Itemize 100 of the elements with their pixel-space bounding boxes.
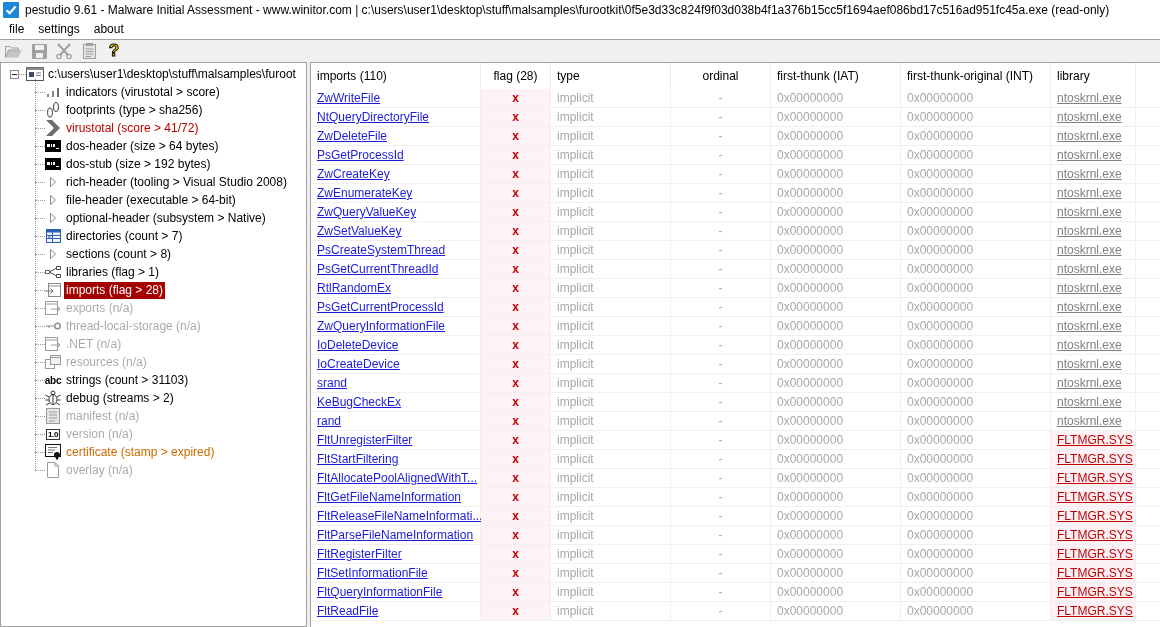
menu-item[interactable]: about bbox=[86, 21, 131, 38]
table-cell: implicit bbox=[551, 602, 671, 621]
import-link[interactable]: PsGetCurrentProcessId bbox=[317, 300, 444, 314]
table-cell: 0x00000000 bbox=[771, 469, 901, 488]
library-link[interactable]: ntoskrnl.exe bbox=[1057, 262, 1122, 276]
library-link[interactable]: ntoskrnl.exe bbox=[1057, 414, 1122, 428]
import-link[interactable]: IoDeleteDevice bbox=[317, 338, 399, 352]
flag-cell: x bbox=[481, 488, 551, 507]
column-header[interactable]: imports (110) bbox=[311, 63, 481, 89]
library-link[interactable]: ntoskrnl.exe bbox=[1057, 243, 1122, 257]
import-link[interactable]: FltRegisterFilter bbox=[317, 547, 402, 561]
expand-arrow-icon[interactable] bbox=[50, 195, 56, 205]
tree-item[interactable]: virustotal (score > 41/72) bbox=[65, 119, 200, 137]
flag-cell: x bbox=[481, 241, 551, 260]
library-link[interactable]: ntoskrnl.exe bbox=[1057, 357, 1122, 371]
expand-arrow-icon[interactable] bbox=[50, 177, 56, 187]
import-link[interactable]: FltReleaseFileNameInformati... bbox=[317, 509, 483, 523]
library-link[interactable]: ntoskrnl.exe bbox=[1057, 338, 1122, 352]
table-cell: - bbox=[671, 298, 771, 317]
import-link[interactable]: ZwWriteFile bbox=[317, 91, 381, 105]
glyph-icon: abc bbox=[44, 374, 62, 386]
menu-item[interactable]: settings bbox=[31, 21, 87, 38]
import-link[interactable]: KeBugCheckEx bbox=[317, 395, 402, 409]
import-link[interactable]: FltQueryInformationFile bbox=[317, 585, 443, 599]
tree-item[interactable]: dos-stub (size > 192 bytes) bbox=[65, 155, 212, 173]
table-cell: 0x00000000 bbox=[901, 602, 1051, 621]
library-link[interactable]: ntoskrnl.exe bbox=[1057, 319, 1122, 333]
import-link[interactable]: ZwDeleteFile bbox=[317, 129, 388, 143]
table-cell: 0x00000000 bbox=[771, 545, 901, 564]
tree-item[interactable]: footprints (type > sha256) bbox=[65, 101, 204, 119]
tree-item[interactable]: c:\users\user1\desktop\stuff\malsamples\furoot bbox=[47, 65, 297, 83]
table-cell: 0x00000000 bbox=[901, 412, 1051, 431]
import-link[interactable]: ZwQueryInformationFile bbox=[317, 319, 446, 333]
tree-item[interactable]: dos-header (size > 64 bytes) bbox=[65, 137, 220, 155]
import-link[interactable]: PsGetCurrentThreadId bbox=[317, 262, 439, 276]
table-cell: - bbox=[671, 241, 771, 260]
table-cell: - bbox=[671, 488, 771, 507]
column-header[interactable]: first-thunk-original (INT) bbox=[901, 63, 1051, 89]
library-link[interactable]: ntoskrnl.exe bbox=[1057, 300, 1122, 314]
column-header[interactable]: library bbox=[1051, 63, 1136, 89]
tree-item[interactable]: libraries (flag > 1) bbox=[65, 263, 161, 281]
tree-item[interactable]: sections (count > 8) bbox=[65, 245, 173, 263]
library-link[interactable]: ntoskrnl.exe bbox=[1057, 186, 1122, 200]
tree-item[interactable]: rich-header (tooling > Visual Studio 2008) bbox=[65, 173, 288, 191]
import-link[interactable]: FltStartFiltering bbox=[317, 452, 399, 466]
import-link[interactable]: ZwQueryValueKey bbox=[317, 205, 417, 219]
table-cell: 0x00000000 bbox=[901, 127, 1051, 146]
import-link[interactable]: IoCreateDevice bbox=[317, 357, 400, 371]
tree-item[interactable]: directories (count > 7) bbox=[65, 227, 184, 245]
import-link[interactable]: RtlRandomEx bbox=[317, 281, 392, 295]
table-cell: implicit bbox=[551, 146, 671, 165]
flag-cell: x bbox=[481, 222, 551, 241]
tree-item[interactable]: strings (count > 31103) bbox=[65, 371, 190, 389]
import-link[interactable]: FltUnregisterFilter bbox=[317, 433, 413, 447]
library-link[interactable]: ntoskrnl.exe bbox=[1057, 148, 1122, 162]
tree-item[interactable]: file-header (executable > 64-bit) bbox=[65, 191, 237, 209]
tree-item[interactable]: certificate (stamp > expired) bbox=[65, 443, 216, 461]
library-link[interactable]: ntoskrnl.exe bbox=[1057, 110, 1122, 124]
import-link[interactable]: FltGetFileNameInformation bbox=[317, 490, 462, 504]
import-link[interactable]: ZwEnumerateKey bbox=[317, 186, 413, 200]
library-link[interactable]: ntoskrnl.exe bbox=[1057, 205, 1122, 219]
tree-item[interactable]: debug (streams > 2) bbox=[65, 389, 175, 407]
table-icon bbox=[45, 229, 61, 243]
table-cell: - bbox=[671, 89, 771, 108]
collapse-toggle-icon[interactable] bbox=[10, 69, 19, 79]
tree-item[interactable]: imports (flag > 28) bbox=[64, 281, 166, 299]
import-link[interactable]: FltReadFile bbox=[317, 604, 379, 618]
column-header[interactable]: first-thunk (IAT) bbox=[771, 63, 901, 89]
table-cell: implicit bbox=[551, 564, 671, 583]
import-link[interactable]: srand bbox=[317, 376, 348, 390]
library-link[interactable]: ntoskrnl.exe bbox=[1057, 129, 1122, 143]
import-link[interactable]: FltAllocatePoolAlignedWithT... bbox=[317, 471, 478, 485]
flag-cell: x bbox=[481, 431, 551, 450]
library-link[interactable]: ntoskrnl.exe bbox=[1057, 281, 1122, 295]
tree-item[interactable]: indicators (virustotal > score) bbox=[65, 83, 221, 101]
expand-arrow-icon[interactable] bbox=[50, 249, 56, 259]
import-link[interactable]: rand bbox=[317, 414, 342, 428]
import-link[interactable]: ZwCreateKey bbox=[317, 167, 390, 181]
library-link[interactable]: ntoskrnl.exe bbox=[1057, 167, 1122, 181]
import-link[interactable]: FltParseFileNameInformation bbox=[317, 528, 474, 542]
table-cell: 0x00000000 bbox=[771, 317, 901, 336]
import-link[interactable]: ZwSetValueKey bbox=[317, 224, 402, 238]
flag-cell: x bbox=[481, 203, 551, 222]
library-link[interactable]: ntoskrnl.exe bbox=[1057, 224, 1122, 238]
import-link[interactable]: NtQueryDirectoryFile bbox=[317, 110, 430, 124]
menu-item[interactable]: file bbox=[2, 21, 32, 38]
column-header[interactable]: ordinal bbox=[671, 63, 771, 89]
library-link[interactable]: ntoskrnl.exe bbox=[1057, 91, 1122, 105]
import-link[interactable]: PsCreateSystemThread bbox=[317, 243, 446, 257]
import-link[interactable]: FltSetInformationFile bbox=[317, 566, 428, 580]
library-link[interactable]: ntoskrnl.exe bbox=[1057, 376, 1122, 390]
tree-item[interactable]: optional-header (subsystem > Native) bbox=[65, 209, 267, 227]
table-cell: 0x00000000 bbox=[771, 507, 901, 526]
table-cell: 0x00000000 bbox=[901, 393, 1051, 412]
flag-cell: x bbox=[481, 108, 551, 127]
column-header[interactable]: type bbox=[551, 63, 671, 89]
expand-arrow-icon[interactable] bbox=[50, 213, 56, 223]
table-cell: - bbox=[671, 317, 771, 336]
library-link[interactable]: ntoskrnl.exe bbox=[1057, 395, 1122, 409]
import-link[interactable]: PsGetProcessId bbox=[317, 148, 404, 162]
